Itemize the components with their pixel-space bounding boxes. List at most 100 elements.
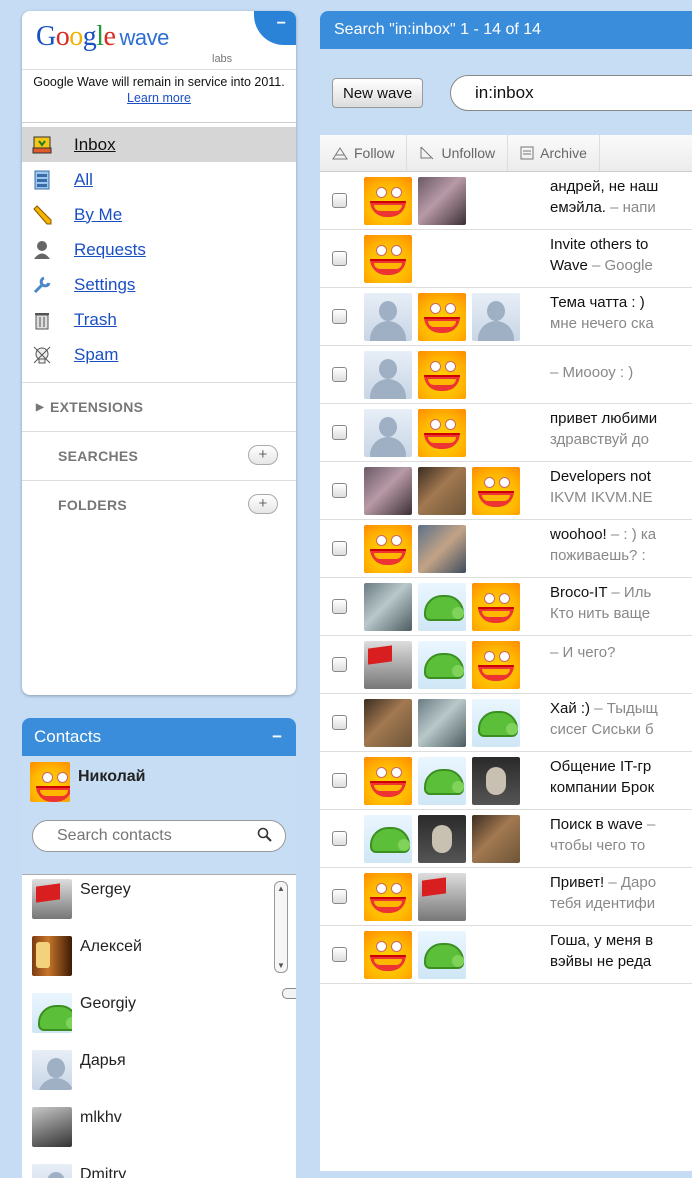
logo-wave-text: wave [119, 25, 169, 50]
wave-title: Developers not [550, 468, 651, 485]
wave-row[interactable]: – И чего? [320, 636, 692, 694]
wave-row[interactable]: woohoo! – : ) ка поживаешь? : [320, 520, 692, 578]
avatar [418, 699, 466, 747]
avatar [364, 351, 412, 399]
wave-row[interactable]: Общение IT-гр компании Брок [320, 752, 692, 810]
participants [364, 641, 520, 689]
current-user-row: Николай [22, 756, 296, 814]
unfollow-label: Unfollow [441, 145, 496, 161]
wave-list: андрей, не наш емэйла. – напи Invite oth… [320, 172, 692, 984]
contacts-scrollbar[interactable]: ▲ ▼ [274, 881, 288, 973]
wave-row[interactable]: Broco-IT – Иль Кто нить ваще [320, 578, 692, 636]
wave-checkbox[interactable] [332, 947, 347, 962]
wave-row[interactable]: – Миоооу : ) [320, 346, 692, 404]
avatar [32, 1164, 72, 1178]
avatar [418, 177, 466, 225]
avatar [364, 177, 412, 225]
avatar [418, 873, 466, 921]
wave-snippet: тебя идентифи [550, 895, 656, 912]
learn-more-link[interactable]: Learn more [127, 91, 191, 105]
search-icon[interactable] [257, 827, 273, 847]
contact-list[interactable]: Sergey Алексей Georgiy Дарья mlkhv Dmitr… [22, 875, 296, 1178]
unfollow-icon [419, 146, 435, 160]
wave-row[interactable]: андрей, не наш емэйла. – напи [320, 172, 692, 230]
avatar [364, 815, 412, 863]
nav-item-settings[interactable]: Settings [22, 267, 296, 302]
nav-item-spam[interactable]: Spam [22, 337, 296, 372]
contacts-search-row [22, 814, 296, 875]
google-wave-logo[interactable]: Google wave [36, 21, 169, 53]
follow-label: Follow [354, 145, 395, 161]
wave-checkbox[interactable] [332, 715, 347, 730]
new-wave-button[interactable]: New wave [332, 78, 424, 108]
avatar [364, 525, 412, 573]
avatar [418, 641, 466, 689]
contact-name: Sergey [80, 881, 131, 898]
scroll-up-icon[interactable]: ▲ [277, 884, 285, 893]
nav-item-by-me[interactable]: By Me [22, 197, 296, 232]
extensions-section[interactable]: ▶ EXTENSIONS [22, 382, 296, 431]
archive-button[interactable]: Archive [508, 135, 600, 171]
logo-labs-text: labs [212, 53, 233, 65]
contact-item[interactable]: Дарья [22, 1046, 296, 1103]
contact-name: Dmitry [80, 1166, 127, 1178]
wave-checkbox[interactable] [332, 483, 347, 498]
contact-item[interactable]: Алексей [22, 932, 296, 989]
wave-checkbox[interactable] [332, 541, 347, 556]
wave-checkbox[interactable] [332, 251, 347, 266]
nav-item-all[interactable]: All [22, 162, 296, 197]
action-bar: Follow Unfollow Archive [320, 135, 692, 172]
avatar [30, 762, 70, 802]
wave-title: Invite others to [550, 236, 649, 253]
contact-item[interactable]: Dmitry [22, 1160, 296, 1178]
wave-checkbox[interactable] [332, 657, 347, 672]
wave-checkbox[interactable] [332, 367, 347, 382]
nav-list: Inbox All By Me Requests Settings Trash … [22, 127, 296, 372]
wave-row[interactable]: Тема чатта : ) мне нечего ска [320, 288, 692, 346]
contacts-minimize-button[interactable]: − [272, 718, 282, 756]
contact-item[interactable]: Sergey [22, 875, 296, 932]
add-folder-button[interactable]: + [248, 494, 278, 514]
service-notice: Google Wave will remain in service into … [22, 69, 296, 123]
nav-item-trash[interactable]: Trash [22, 302, 296, 337]
wave-search-input[interactable] [473, 82, 677, 104]
archive-icon [520, 146, 534, 160]
wave-checkbox[interactable] [332, 599, 347, 614]
avatar [364, 235, 412, 283]
resize-handle[interactable] [282, 988, 296, 999]
wave-checkbox[interactable] [332, 309, 347, 324]
wave-snippet: чтобы чего то [550, 837, 646, 854]
contact-name: mlkhv [80, 1109, 122, 1126]
search-results-panel: Search "in:inbox" 1 - 14 of 14 New wave … [320, 11, 692, 1171]
wave-title: Тема чатта : ) [550, 294, 645, 311]
wave-row[interactable]: Поиск в wave – чтобы чего то [320, 810, 692, 868]
contact-item[interactable]: mlkhv [22, 1103, 296, 1160]
add-search-button[interactable]: + [248, 445, 278, 465]
wave-row[interactable]: Привет! – Даро тебя идентифи [320, 868, 692, 926]
avatar [364, 757, 412, 805]
wave-checkbox[interactable] [332, 831, 347, 846]
wave-row[interactable]: Developers not IKVM IKVM.NE [320, 462, 692, 520]
wave-checkbox[interactable] [332, 425, 347, 440]
wave-row[interactable]: Хай :) – Тыдыщ сисег Сиськи б [320, 694, 692, 752]
scroll-down-icon[interactable]: ▼ [277, 961, 285, 970]
wave-row[interactable]: Invite others to Wave – Google [320, 230, 692, 288]
wave-checkbox[interactable] [332, 193, 347, 208]
nav-minimize-button[interactable]: − [254, 11, 296, 45]
follow-button[interactable]: Follow [320, 135, 408, 171]
avatar [418, 931, 466, 979]
wave-row[interactable]: Гоша, у меня в вэйвы не реда [320, 926, 692, 984]
contacts-search-input[interactable] [55, 826, 259, 846]
contact-item[interactable]: Georgiy [22, 989, 296, 1046]
folders-label: FOLDERS [58, 497, 127, 513]
wave-checkbox[interactable] [332, 889, 347, 904]
unfollow-button[interactable]: Unfollow [407, 135, 509, 171]
participants [364, 467, 520, 515]
wave-row[interactable]: привет любими здравствуй до [320, 404, 692, 462]
nav-item-inbox[interactable]: Inbox [22, 127, 296, 162]
avatar [418, 757, 466, 805]
wave-checkbox[interactable] [332, 773, 347, 788]
results-title: Search "in:inbox" 1 - 14 of 14 [320, 11, 692, 49]
participants [364, 409, 466, 457]
nav-item-requests[interactable]: Requests [22, 232, 296, 267]
